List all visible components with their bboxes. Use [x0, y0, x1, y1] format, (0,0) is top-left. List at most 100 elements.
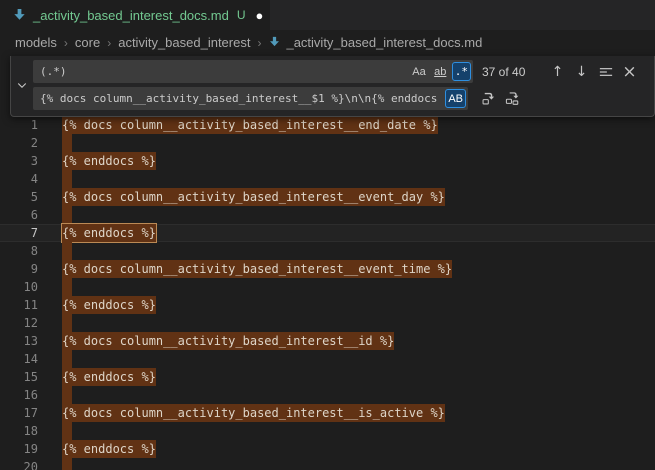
- editor-line[interactable]: 16: [0, 386, 655, 404]
- find-match-highlight: {% enddocs %}: [62, 440, 156, 458]
- editor-line[interactable]: 12: [0, 314, 655, 332]
- empty-line-find-match: [62, 422, 72, 440]
- line-content: [62, 170, 72, 188]
- close-find-widget-button[interactable]: ×: [619, 61, 640, 82]
- editor-line[interactable]: 3 {% enddocs %}: [0, 152, 655, 170]
- find-match-highlight: {% docs column__activity_based_interest_…: [62, 404, 445, 422]
- editor-line[interactable]: 13{% docs column__activity_based_interes…: [0, 332, 655, 350]
- find-match-highlight: {% enddocs %}: [62, 368, 156, 386]
- line-number: 9: [0, 260, 38, 278]
- find-match-highlight: {% docs column__activity_based_interest_…: [62, 260, 452, 278]
- line-content: {% docs column__activity_based_interest_…: [62, 404, 445, 422]
- line-content: {% enddocs %}: [62, 296, 156, 314]
- whole-word-button[interactable]: ab: [431, 62, 450, 81]
- breadcrumb-separator: ›: [257, 36, 261, 50]
- editor-line[interactable]: 15{% enddocs %}: [0, 368, 655, 386]
- line-content: {% enddocs %}: [62, 224, 156, 242]
- find-match-highlight: {% docs column__activity_based_interest_…: [62, 332, 394, 350]
- replace-row: {% docs column__activity_based_interest_…: [33, 85, 654, 112]
- line-number: 16: [0, 386, 38, 404]
- editor-line[interactable]: 14: [0, 350, 655, 368]
- previous-match-button[interactable]: ↑: [547, 61, 568, 82]
- line-number: 11: [0, 296, 38, 314]
- line-content: {% docs column__activity_based_interest_…: [62, 116, 438, 134]
- line-content: {% enddocs %}: [62, 368, 156, 386]
- editor-line[interactable]: 9 {% docs column__activity_based_interest…: [0, 260, 655, 278]
- editor-line[interactable]: 6: [0, 206, 655, 224]
- unsaved-changes-indicator[interactable]: ●: [256, 9, 264, 22]
- find-actions: ↑ ↓ ×: [544, 61, 654, 82]
- line-content: [62, 278, 72, 296]
- find-in-selection-button[interactable]: [595, 61, 616, 82]
- breadcrumb-item-file[interactable]: _activity_based_interest_docs.md: [268, 35, 482, 50]
- match-case-button[interactable]: Aa: [409, 62, 428, 81]
- next-match-button[interactable]: ↓: [571, 61, 592, 82]
- replace-actions: [475, 88, 523, 109]
- empty-line-find-match: [62, 242, 72, 260]
- empty-line-find-match: [62, 206, 72, 224]
- editor-line[interactable]: 17 {% docs column__activity_based_interes…: [0, 404, 655, 422]
- editor-line[interactable]: 4: [0, 170, 655, 188]
- empty-line-find-match: [62, 278, 72, 296]
- breadcrumb-item-models[interactable]: models: [15, 35, 57, 50]
- line-number: 8: [0, 242, 38, 260]
- editor-line[interactable]: 8: [0, 242, 655, 260]
- line-number: 2: [0, 134, 38, 152]
- find-widget: (.*) Aa ab .* 37 of 40 ↑ ↓ ×: [10, 56, 655, 117]
- breadcrumb-item-core[interactable]: core: [75, 35, 100, 50]
- line-number: 18: [0, 422, 38, 440]
- editor-line[interactable]: 7{% enddocs %}: [0, 224, 655, 242]
- line-number: 3: [0, 152, 38, 170]
- tab-filename: _activity_based_interest_docs.md: [33, 8, 229, 23]
- editor-line[interactable]: 1{% docs column__activity_based_interest…: [0, 116, 655, 134]
- line-number: 5: [0, 188, 38, 206]
- breadcrumb-item-activity-based-interest[interactable]: activity_based_interest: [118, 35, 250, 50]
- breadcrumb-separator: ›: [107, 36, 111, 50]
- replace-input[interactable]: {% docs column__activity_based_interest_…: [33, 87, 468, 110]
- line-content: {% docs column__activity_based_interest_…: [62, 188, 445, 206]
- line-number: 17: [0, 404, 38, 422]
- line-content: {% docs column__activity_based_interest_…: [62, 332, 394, 350]
- editor-tab[interactable]: _activity_based_interest_docs.md U ●: [0, 0, 270, 30]
- toggle-replace-button[interactable]: [11, 58, 33, 112]
- line-number: 19: [0, 440, 38, 458]
- line-content: [62, 242, 72, 260]
- replace-icon: [481, 91, 496, 106]
- line-content: {% enddocs %}: [62, 152, 156, 170]
- editor-line[interactable]: 5 {% docs column__activity_based_interest…: [0, 188, 655, 206]
- editor-line[interactable]: 19 {% enddocs %}: [0, 440, 655, 458]
- preserve-case-button[interactable]: AB: [445, 89, 466, 108]
- editor-line[interactable]: 10: [0, 278, 655, 296]
- line-number: 4: [0, 170, 38, 188]
- match-count: 37 of 40: [482, 65, 525, 79]
- line-content: [62, 422, 72, 440]
- editor-line[interactable]: 11 {% enddocs %}: [0, 296, 655, 314]
- line-number: 6: [0, 206, 38, 224]
- editor-line[interactable]: 20: [0, 458, 655, 470]
- editor-line[interactable]: 2: [0, 134, 655, 152]
- markdown-file-icon: [268, 36, 281, 49]
- line-content: [62, 314, 72, 332]
- replace-button[interactable]: [478, 88, 499, 109]
- line-content: {% enddocs %}: [62, 440, 156, 458]
- line-number: 20: [0, 458, 38, 470]
- breadcrumb: models › core › activity_based_interest …: [0, 30, 655, 55]
- empty-line-find-match: [62, 314, 72, 332]
- breadcrumb-separator: ›: [64, 36, 68, 50]
- find-input-value: (.*): [40, 65, 407, 78]
- replace-all-button[interactable]: [502, 88, 523, 109]
- editor[interactable]: 1{% docs column__activity_based_interest…: [0, 116, 655, 470]
- git-status-badge: U: [237, 8, 246, 22]
- find-input[interactable]: (.*) Aa ab .*: [33, 60, 473, 83]
- replace-all-icon: [505, 91, 520, 106]
- line-content: [62, 350, 72, 368]
- editor-line[interactable]: 18: [0, 422, 655, 440]
- line-content: [62, 206, 72, 224]
- empty-line-find-match: [62, 170, 72, 188]
- markdown-file-icon: [12, 8, 27, 23]
- find-in-selection-icon: [599, 65, 613, 79]
- regex-button[interactable]: .*: [452, 62, 471, 81]
- line-content: [62, 458, 72, 470]
- find-row: (.*) Aa ab .* 37 of 40 ↑ ↓ ×: [33, 58, 654, 85]
- line-number: 10: [0, 278, 38, 296]
